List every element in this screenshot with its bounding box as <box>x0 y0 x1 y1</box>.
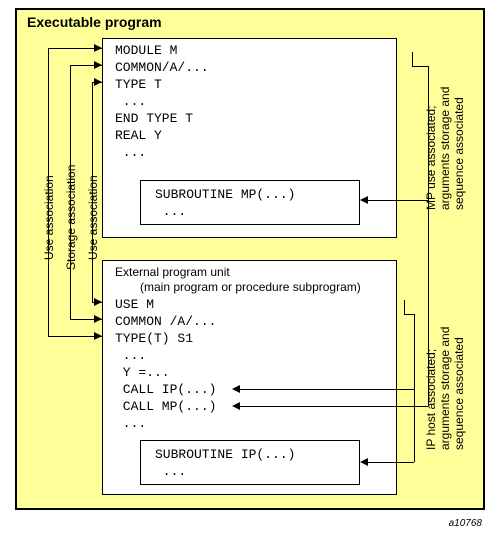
mp-right-label: MP use associated; arguments storage and… <box>424 87 466 210</box>
ip-branch-to-box-arrow <box>360 458 368 466</box>
module-code: MODULE M COMMON/A/... TYPE T ... END TYP… <box>115 42 209 161</box>
mp-branch-to-box <box>368 200 428 201</box>
mp-branch-to-call-arrow <box>232 402 240 410</box>
ip-elbow-h <box>404 314 414 315</box>
mp-trunk <box>428 66 429 406</box>
diagram-canvas: Executable program MODULE M COMMON/A/...… <box>0 0 502 535</box>
mp-elbow-h <box>412 66 428 67</box>
ip-right-label: IP host associated; arguments storage an… <box>424 327 466 450</box>
ip-trunk <box>414 314 415 462</box>
conn-c-vert <box>92 82 93 302</box>
conn-a-vert <box>48 48 49 336</box>
subroutine-ip-code: SUBROUTINE IP(...) ... <box>155 446 295 480</box>
conn-c-top-arrow <box>94 78 102 86</box>
subroutine-mp-code: SUBROUTINE MP(...) ... <box>155 186 295 220</box>
use-association-label-1: Use association <box>42 175 56 260</box>
conn-b-top-arrow <box>94 61 102 69</box>
conn-a-top-arrow <box>94 44 102 52</box>
mp-branch-to-call <box>240 406 428 407</box>
conn-b-vert <box>70 65 71 319</box>
ip-branch-to-call <box>240 389 414 390</box>
conn-c-bot-arrow <box>94 298 102 306</box>
conn-a-bot-arrow <box>94 332 102 340</box>
external-subtitle: (main program or procedure subprogram) <box>140 280 361 294</box>
ip-branch-to-box <box>368 462 414 463</box>
storage-association-label: Storage association <box>64 165 78 270</box>
use-association-label-2: Use association <box>86 175 100 260</box>
figure-id: a10768 <box>449 518 482 529</box>
conn-b-bot-arrow <box>94 315 102 323</box>
ip-branch-to-call-arrow <box>232 385 240 393</box>
ip-elbow-v <box>404 300 405 314</box>
executable-program-title: Executable program <box>27 14 162 30</box>
mp-elbow-v <box>412 52 413 66</box>
external-title: External program unit <box>115 265 230 279</box>
mp-branch-to-box-arrow <box>360 196 368 204</box>
external-code: USE M COMMON /A/... TYPE(T) S1 ... Y =..… <box>115 296 216 432</box>
